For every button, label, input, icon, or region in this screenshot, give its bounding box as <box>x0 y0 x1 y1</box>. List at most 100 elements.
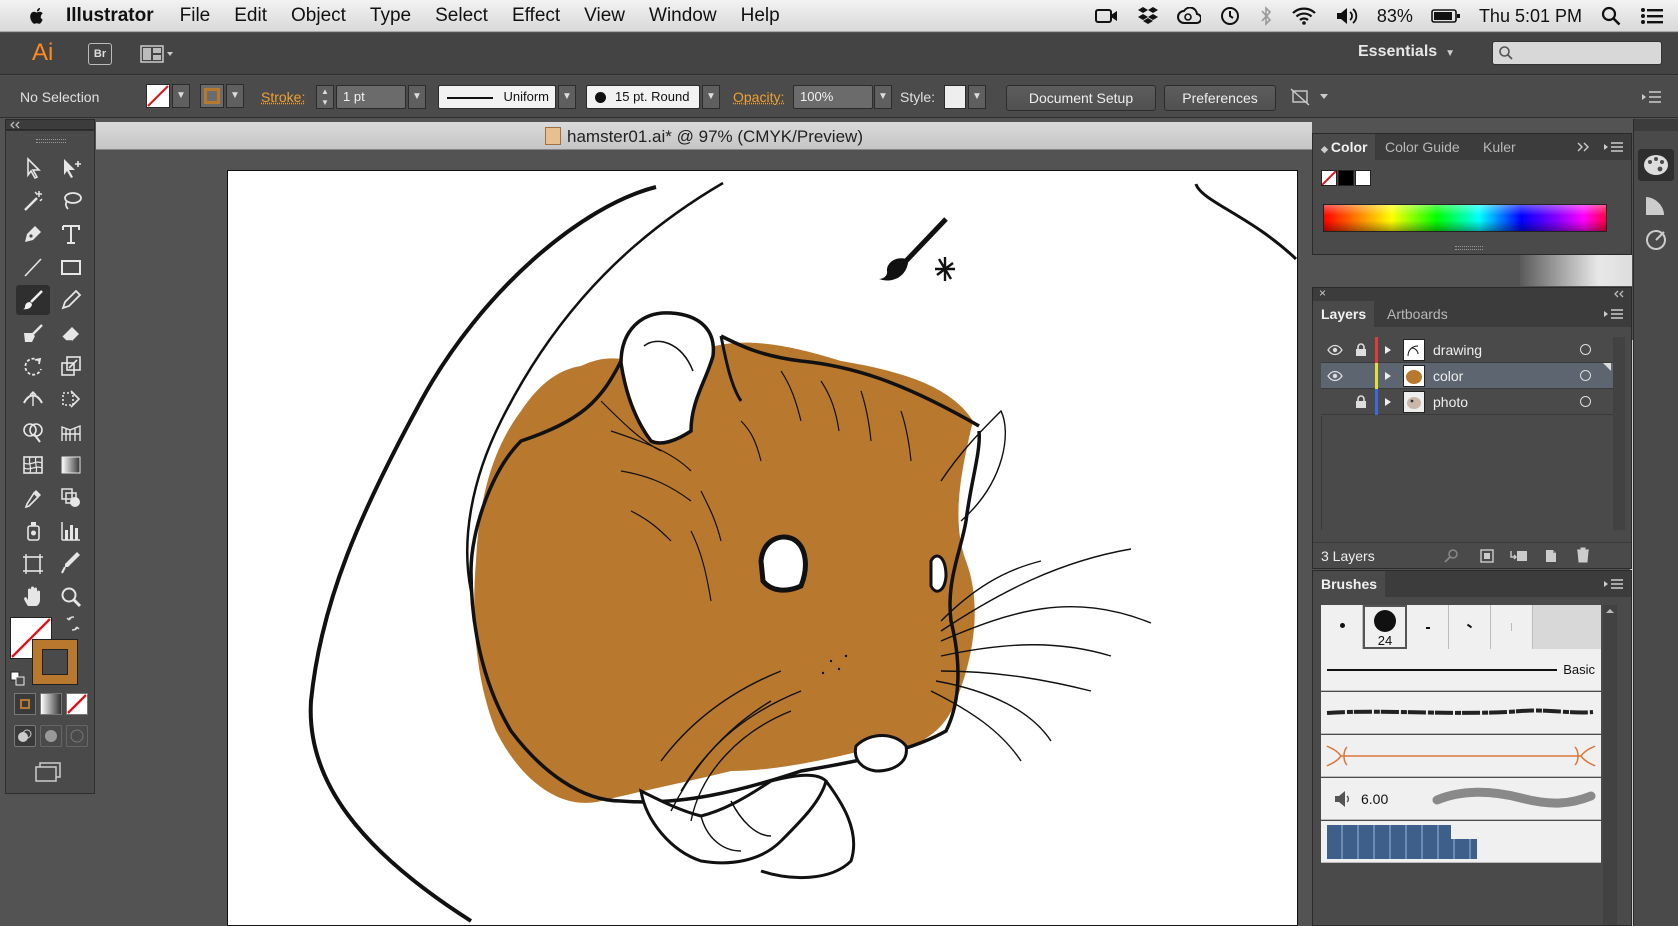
notification-center-icon[interactable] <box>1640 6 1664 26</box>
panel-menu-icon[interactable] <box>1603 141 1625 153</box>
gradient-mode-button[interactable] <box>40 693 62 715</box>
expand-triangle-icon[interactable] <box>1383 397 1393 407</box>
mesh-tool[interactable] <box>16 450 50 480</box>
color-none-swatch[interactable] <box>1321 170 1337 186</box>
tab-color[interactable]: ◆ Color <box>1313 134 1375 160</box>
menu-file[interactable]: File <box>180 5 211 27</box>
menu-help[interactable]: Help <box>741 5 780 27</box>
style-dropdown[interactable]: ▼ <box>968 85 986 109</box>
free-transform-tool[interactable] <box>54 384 88 414</box>
type-tool[interactable] <box>54 219 88 249</box>
panel-expand-icon[interactable] <box>1577 142 1591 152</box>
lock-icon[interactable] <box>1355 395 1367 409</box>
hand-tool[interactable] <box>16 582 50 612</box>
color-panel-toggle[interactable] <box>1638 149 1674 181</box>
brush-row-arrow[interactable] <box>1321 735 1601 777</box>
eraser-tool[interactable] <box>54 318 88 348</box>
menu-effect[interactable]: Effect <box>512 5 560 27</box>
tab-color-guide[interactable]: Color Guide <box>1377 134 1468 160</box>
brush-row-charcoal[interactable] <box>1321 692 1601 734</box>
pen-tool[interactable] <box>16 219 50 249</box>
brush-tip-selected[interactable]: 24 <box>1363 605 1407 649</box>
shape-builder-tool[interactable] <box>16 417 50 447</box>
layer-row-photo[interactable]: photo <box>1321 389 1613 415</box>
blend-tool[interactable] <box>54 483 88 513</box>
preferences-button[interactable]: Preferences <box>1164 85 1276 111</box>
brush-definition[interactable]: 15 pt. Round <box>586 85 700 109</box>
tab-brushes[interactable]: Brushes <box>1313 571 1385 597</box>
menu-select[interactable]: Select <box>435 5 488 27</box>
stroke-label[interactable]: Stroke: <box>261 89 305 105</box>
brush-tip-dot[interactable] <box>1407 605 1449 649</box>
paintbrush-tool[interactable] <box>16 285 50 315</box>
rectangle-tool[interactable] <box>54 252 88 282</box>
kuler-toggle[interactable] <box>1638 224 1674 256</box>
bluetooth-icon[interactable] <box>1259 5 1273 27</box>
target-circle-icon[interactable] <box>1580 396 1591 407</box>
menu-app-name[interactable]: Illustrator <box>66 5 154 27</box>
menu-view[interactable]: View <box>584 5 625 27</box>
fill-dropdown[interactable]: ▼ <box>172 84 190 108</box>
panel-collapse-icon[interactable] <box>1613 290 1625 298</box>
gradient-tool[interactable] <box>54 450 88 480</box>
opacity-dropdown[interactable]: ▼ <box>874 85 892 109</box>
menubar-clock[interactable]: Thu 5:01 PM <box>1479 6 1582 27</box>
lasso-tool[interactable] <box>54 186 88 216</box>
draw-normal-button[interactable] <box>14 725 36 747</box>
layer-row-color[interactable]: color <box>1321 363 1613 389</box>
default-fill-stroke-icon[interactable] <box>10 671 26 687</box>
swap-fill-stroke-icon[interactable] <box>66 615 82 631</box>
pencil-tool[interactable] <box>54 285 88 315</box>
perspective-grid-tool[interactable] <box>54 417 88 447</box>
apple-icon[interactable] <box>26 5 48 27</box>
opacity-label[interactable]: Opacity: <box>733 89 784 105</box>
tools-panel-header[interactable] <box>5 119 95 130</box>
visibility-eye-icon[interactable] <box>1327 344 1343 356</box>
stroke-weight-stepper[interactable]: ▲ ▼ <box>316 85 334 109</box>
tab-kuler[interactable]: Kuler <box>1475 134 1524 160</box>
brush-row-bristle[interactable]: 6.00 <box>1321 778 1601 820</box>
workspace-switcher[interactable]: Essentials ▼ <box>1358 43 1455 61</box>
menu-window[interactable]: Window <box>649 5 717 27</box>
bridge-button[interactable]: Br <box>88 43 112 65</box>
battery-icon[interactable] <box>1431 8 1461 24</box>
expand-triangle-icon[interactable] <box>1383 371 1393 381</box>
dock-header[interactable] <box>1634 119 1678 131</box>
brushes-scrollbar[interactable] <box>1603 605 1617 925</box>
column-graph-tool[interactable] <box>54 516 88 546</box>
panel-grip[interactable] <box>36 139 66 143</box>
color-black-swatch[interactable] <box>1338 170 1354 186</box>
rotate-tool[interactable] <box>16 351 50 381</box>
layers-panel-titlebar[interactable]: × <box>1313 288 1631 301</box>
none-mode-button[interactable] <box>66 693 88 715</box>
lock-icon[interactable] <box>1355 343 1367 357</box>
make-clipping-mask-icon[interactable] <box>1479 548 1495 564</box>
draw-behind-button[interactable] <box>40 725 62 747</box>
line-segment-tool[interactable] <box>16 252 50 282</box>
draw-inside-button[interactable] <box>66 725 88 747</box>
color-mode-button[interactable] <box>14 693 36 715</box>
target-circle-icon[interactable] <box>1580 344 1591 355</box>
create-sublayer-icon[interactable] <box>1509 548 1529 564</box>
width-tool[interactable] <box>16 384 50 414</box>
brush-row-pattern[interactable] <box>1321 821 1601 863</box>
layers-scrollbar[interactable] <box>1613 337 1625 530</box>
eyedropper-tool[interactable] <box>16 483 50 513</box>
stroke-color-box[interactable] <box>32 639 78 685</box>
stroke-weight-dropdown[interactable]: ▼ <box>408 85 426 109</box>
color-guide-toggle[interactable] <box>1638 189 1674 221</box>
brush-row-basic[interactable]: Basic <box>1321 649 1601 691</box>
brush-tip-small[interactable] <box>1321 605 1363 649</box>
color-white-swatch[interactable] <box>1355 170 1371 186</box>
variable-width-profile[interactable]: Uniform <box>438 85 556 109</box>
volume-icon[interactable] <box>1335 6 1359 26</box>
visibility-eye-icon[interactable] <box>1327 370 1343 382</box>
zoom-tool[interactable] <box>54 582 88 612</box>
delete-layer-trash-icon[interactable] <box>1575 547 1591 563</box>
menu-edit[interactable]: Edit <box>234 5 267 27</box>
creative-cloud-icon[interactable] <box>1177 7 1201 25</box>
tab-artboards[interactable]: Artboards <box>1379 301 1456 327</box>
create-new-layer-icon[interactable] <box>1543 548 1559 564</box>
help-search-input[interactable] <box>1492 41 1662 65</box>
stroke-swatch[interactable] <box>200 84 224 108</box>
